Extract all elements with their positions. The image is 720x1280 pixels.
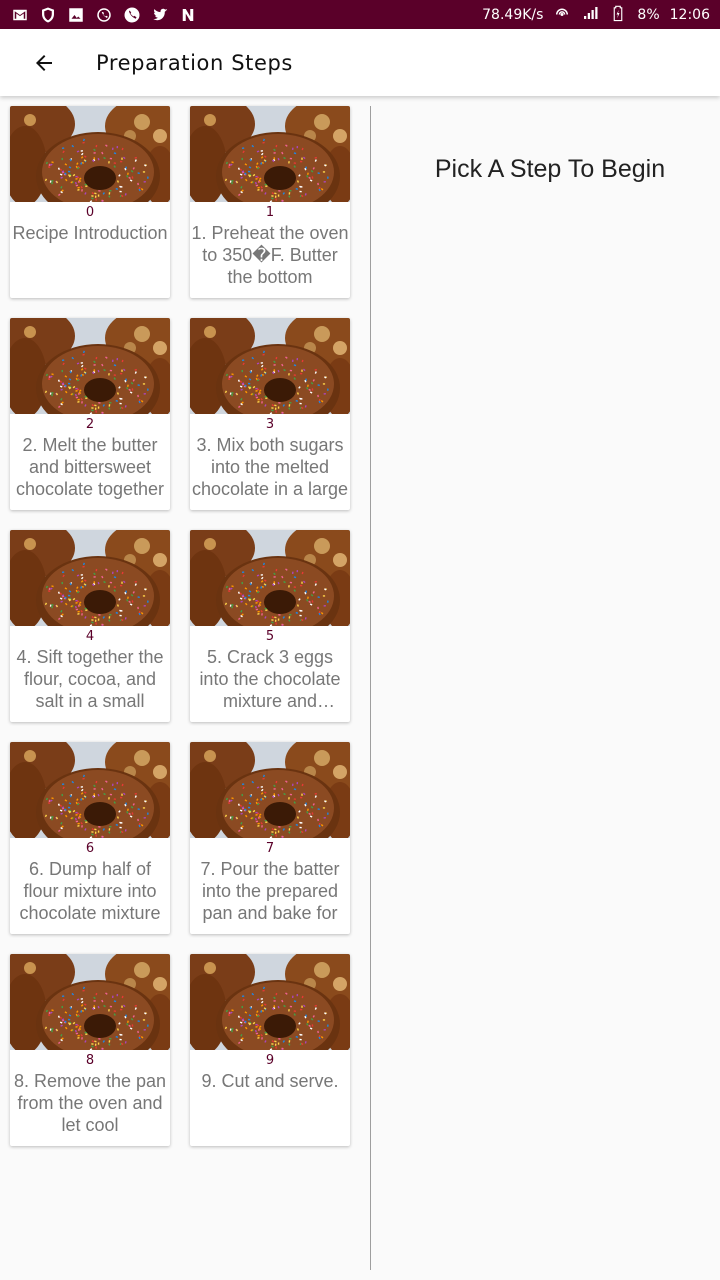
step-number: 1 xyxy=(265,205,275,220)
step-number: 5 xyxy=(265,629,275,644)
step-card-2[interactable]: 2 2. Melt the butter and bittersweet cho… xyxy=(10,318,170,510)
step-description: 9. Cut and serve. xyxy=(201,1071,339,1091)
notification-icons xyxy=(10,6,198,24)
donut-image xyxy=(10,106,170,202)
step-description: Recipe Introduction xyxy=(12,223,168,243)
step-number: 0 xyxy=(85,205,95,220)
step-card-1[interactable]: 1 1. Preheat the oven to 350�F. Butter t… xyxy=(190,106,350,298)
shield-icon xyxy=(38,6,58,24)
step-thumbnail xyxy=(190,318,350,414)
app-bar: Preparation Steps xyxy=(0,29,720,96)
step-number: 6 xyxy=(85,841,95,856)
step-description: 5. Crack 3 eggs into the chocolate mixtu… xyxy=(199,647,341,711)
step-card-0[interactable]: 0 Recipe Introduction xyxy=(10,106,170,298)
signal-icon xyxy=(581,4,599,26)
step-number: 7 xyxy=(265,841,275,856)
step-description: 8. Remove the pan from the oven and let … xyxy=(13,1071,167,1135)
step-thumbnail xyxy=(190,106,350,202)
donut-image xyxy=(190,742,350,838)
step-thumbnail xyxy=(10,530,170,626)
step-description: 6. Dump half of flour mixture into choco… xyxy=(19,859,161,923)
back-button[interactable] xyxy=(22,41,66,85)
donut-image xyxy=(190,318,350,414)
step-thumbnail xyxy=(190,742,350,838)
donut-image xyxy=(10,318,170,414)
step-number: 3 xyxy=(265,417,275,432)
step-description: 7. Pour the batter into the prepared pan… xyxy=(200,859,340,923)
step-description: 3. Mix both sugars into the melted choco… xyxy=(191,435,349,499)
hotspot-icon xyxy=(553,4,571,26)
arrow-left-icon xyxy=(36,54,52,71)
step-thumbnail xyxy=(10,954,170,1050)
step-thumbnail xyxy=(10,742,170,838)
battery-icon xyxy=(609,4,627,26)
step-card-6[interactable]: 6 6. Dump half of flour mixture into cho… xyxy=(10,742,170,934)
step-number: 2 xyxy=(85,417,95,432)
donut-image xyxy=(10,742,170,838)
pane-divider xyxy=(370,106,371,1270)
step-thumbnail xyxy=(10,318,170,414)
detail-placeholder: Pick A Step To Begin xyxy=(434,155,666,183)
step-card-3[interactable]: 3 3. Mix both sugars into the melted cho… xyxy=(190,318,350,510)
step-card-5[interactable]: 5 5. Crack 3 eggs into the chocolate mix… xyxy=(190,530,350,722)
status-bar: 78.49K/s 8% 12:06 xyxy=(0,0,720,29)
battery-level: 8% xyxy=(637,6,660,23)
step-number: 4 xyxy=(85,629,95,644)
step-description: 2. Melt the butter and bittersweet choco… xyxy=(15,435,165,499)
step-card-9[interactable]: 9 9. Cut and serve. xyxy=(190,954,350,1146)
donut-image xyxy=(190,106,350,202)
steps-grid: 0 Recipe Introduction 1 1. Preheat the o… xyxy=(10,106,350,1146)
step-description: 4. Sift together the flour, cocoa, and s… xyxy=(16,647,164,711)
clock: 12:06 xyxy=(669,6,710,23)
step-card-4[interactable]: 4 4. Sift together the flour, cocoa, and… xyxy=(10,530,170,722)
main-content: 0 Recipe Introduction 1 1. Preheat the o… xyxy=(0,96,720,1280)
gmail-icon xyxy=(10,6,30,24)
gallery-icon xyxy=(66,6,86,24)
step-thumbnail xyxy=(10,106,170,202)
step-number: 9 xyxy=(265,1053,275,1068)
donut-image xyxy=(190,954,350,1050)
system-indicators: 78.49K/s 8% 12:06 xyxy=(482,4,710,26)
whatsapp-icon xyxy=(94,6,114,24)
step-number: 8 xyxy=(85,1053,95,1068)
net-speed: 78.49K/s xyxy=(482,6,544,23)
twitter-icon xyxy=(150,6,170,24)
donut-image xyxy=(10,530,170,626)
step-thumbnail xyxy=(190,530,350,626)
step-description: 1. Preheat the oven to 350�F. Butter the… xyxy=(191,223,349,287)
donut-image xyxy=(10,954,170,1050)
step-card-8[interactable]: 8 8. Remove the pan from the oven and le… xyxy=(10,954,170,1146)
phone-icon xyxy=(122,6,142,24)
step-thumbnail xyxy=(190,954,350,1050)
step-card-7[interactable]: 7 7. Pour the batter into the prepared p… xyxy=(190,742,350,934)
page-title: Preparation Steps xyxy=(96,50,293,75)
n-icon xyxy=(178,6,198,24)
donut-image xyxy=(190,530,350,626)
